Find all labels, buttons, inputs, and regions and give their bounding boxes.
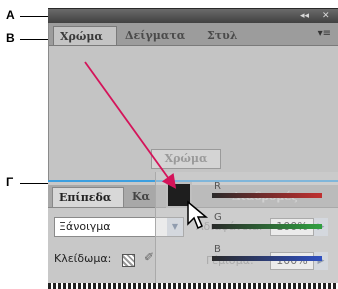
mouse-pointer-icon: [187, 200, 209, 230]
drag-arrow-icon: [84, 61, 177, 189]
